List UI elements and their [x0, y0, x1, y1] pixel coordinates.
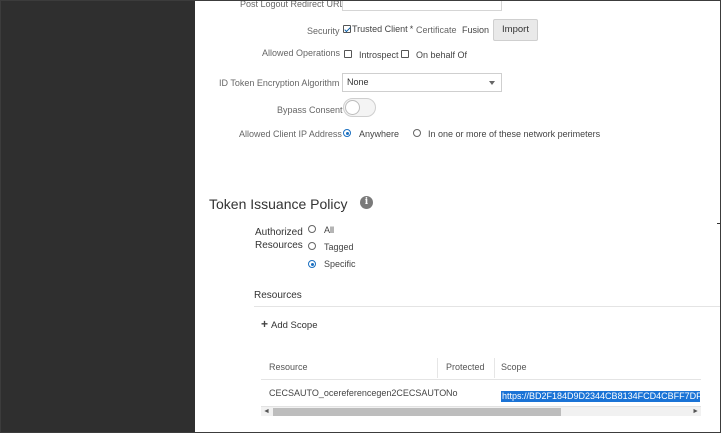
- authorized-all-label: All: [324, 225, 335, 235]
- id-token-label: ID Token Encryption Algorithm: [219, 78, 340, 88]
- column-divider: [437, 358, 438, 378]
- info-icon[interactable]: i: [360, 196, 373, 209]
- authorized-resources-label: Authorized Resources: [255, 227, 303, 251]
- column-header-protected: Protected: [446, 362, 485, 372]
- security-label: Security: [307, 26, 340, 36]
- add-scope-button[interactable]: + Add Scope: [261, 317, 318, 331]
- left-dark-panel: [0, 0, 195, 433]
- horizontal-scrollbar[interactable]: ◄ ►: [261, 406, 701, 416]
- certificate-value: Fusion: [462, 25, 490, 35]
- authorized-tagged-label: Tagged: [324, 242, 354, 252]
- bypass-consent-toggle[interactable]: [343, 98, 376, 117]
- resources-divider: [254, 306, 721, 307]
- id-token-select[interactable]: None: [342, 73, 502, 92]
- bypass-consent-label: Bypass Consent: [277, 105, 343, 115]
- resource-cell: CECSAUTO_ocereferencegen2CECSAUTO: [269, 388, 447, 398]
- post-logout-input[interactable]: [342, 0, 502, 11]
- column-header-resource: Resource: [269, 362, 308, 372]
- authorized-specific-label: Specific: [324, 259, 356, 269]
- scroll-right-icon[interactable]: ►: [692, 408, 699, 416]
- id-token-value: None: [347, 77, 369, 87]
- post-logout-label: Post Logout Redirect URL: [240, 0, 345, 9]
- allowed-operations-label: Allowed Operations: [262, 48, 341, 58]
- column-header-scope: Scope: [501, 362, 527, 372]
- scope-cell[interactable]: https://BD2F184D9D2344CB8134FCD4CBFF7DF.…: [501, 391, 700, 402]
- trusted-client-label: Trusted Client *: [352, 24, 414, 34]
- authorized-tagged-radio[interactable]: [308, 242, 316, 250]
- token-policy-title: Token Issuance Policy: [209, 196, 348, 212]
- on-behalf-of-label: On behalf Of: [416, 50, 468, 60]
- plus-icon: +: [261, 317, 269, 331]
- toggle-knob: [345, 100, 360, 115]
- certificate-label: Certificate: [416, 25, 457, 35]
- table-row[interactable]: CECSAUTO_ocereferencegen2CECSAUTO No htt…: [261, 380, 701, 406]
- import-button[interactable]: Import: [493, 19, 538, 41]
- anywhere-radio[interactable]: [343, 129, 351, 137]
- allowed-ip-label: Allowed Client IP Address: [239, 129, 342, 139]
- anywhere-label: Anywhere: [359, 129, 400, 139]
- chevron-down-icon: [489, 81, 495, 85]
- introspect-checkbox[interactable]: [344, 50, 352, 58]
- column-divider: [494, 358, 495, 378]
- scrollbar-thumb[interactable]: [273, 408, 561, 416]
- perimeters-radio[interactable]: [413, 129, 421, 137]
- resources-title: Resources: [254, 290, 302, 301]
- introspect-label: Introspect: [359, 50, 399, 60]
- trusted-client-checkbox[interactable]: [343, 25, 351, 33]
- add-scope-label: Add Scope: [271, 320, 318, 331]
- authorized-all-radio[interactable]: [308, 225, 316, 233]
- edge-marker: [717, 223, 721, 224]
- perimeters-label: In one or more of these network perimete…: [428, 129, 601, 139]
- main-content: Post Logout Redirect URL Security Truste…: [195, 0, 721, 433]
- scroll-left-icon[interactable]: ◄: [263, 408, 270, 416]
- authorized-specific-radio[interactable]: [308, 260, 316, 268]
- on-behalf-of-checkbox[interactable]: [401, 50, 409, 58]
- resources-table: Resource Protected Scope CECSAUTO_oceref…: [261, 352, 701, 412]
- protected-cell: No: [446, 388, 458, 398]
